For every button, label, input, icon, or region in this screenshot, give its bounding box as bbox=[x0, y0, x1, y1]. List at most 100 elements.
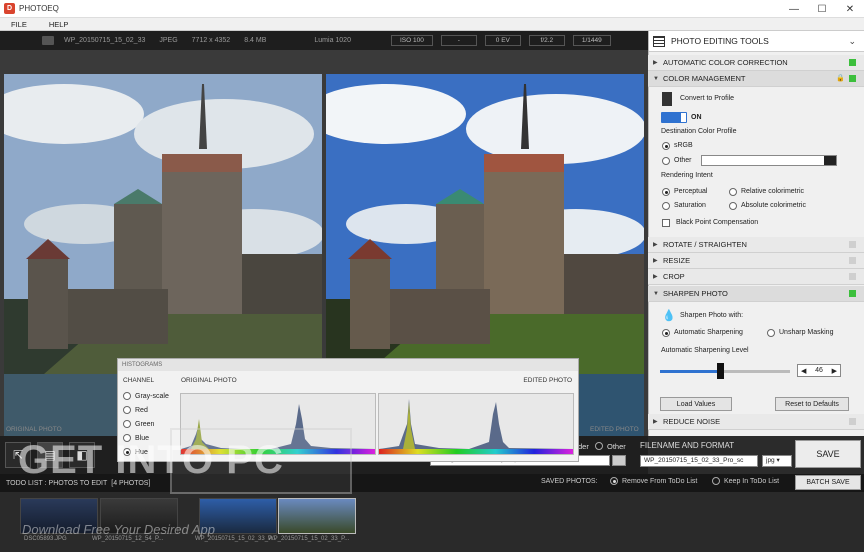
channel-label: CHANNEL bbox=[123, 377, 155, 384]
collapse-arrow-icon: ▼ bbox=[653, 290, 659, 297]
info-aperture: f/2.2 bbox=[528, 35, 565, 46]
hist-original-label: ORIGINAL PHOTO bbox=[181, 377, 237, 384]
expand-arrow-icon: ▶ bbox=[653, 419, 658, 425]
sharpening-level-label: Automatic Sharpening Level bbox=[661, 347, 749, 354]
expand-arrow-icon: ▶ bbox=[653, 274, 658, 280]
chevron-down-icon[interactable]: ⌄ bbox=[848, 36, 856, 47]
remove-from-todo-option[interactable]: Remove From ToDo List bbox=[610, 477, 697, 485]
section-disabled-indicator[interactable] bbox=[849, 257, 856, 264]
histograms-title: HISTOGRAMS bbox=[118, 359, 578, 371]
minimize-icon[interactable]: — bbox=[780, 0, 808, 18]
convert-profile-toggle[interactable] bbox=[661, 112, 687, 123]
decrement-icon[interactable]: ◀ bbox=[801, 367, 806, 375]
panel-header: PHOTO EDITING TOOLS ⌄ bbox=[649, 31, 864, 52]
edited-photo-label: EDITED PHOTO bbox=[590, 426, 639, 433]
convert-profile-icon bbox=[662, 92, 672, 106]
channel-green[interactable]: Green bbox=[123, 420, 154, 428]
channel-red-radio[interactable] bbox=[123, 406, 131, 414]
srgb-label: sRGB bbox=[674, 142, 693, 149]
channel-gray[interactable]: Gray-scale bbox=[123, 392, 169, 400]
perceptual-radio[interactable] bbox=[662, 188, 670, 196]
section-disabled-indicator[interactable] bbox=[849, 241, 856, 248]
save-button[interactable]: SAVE bbox=[795, 440, 861, 468]
title-bar: D PHOTOEQ — ☐ ✕ bbox=[0, 0, 864, 18]
expand-arrow-icon: ▶ bbox=[653, 60, 658, 66]
auto-sharpening-radio[interactable] bbox=[662, 329, 670, 337]
panel-header-title: PHOTO EDITING TOOLS bbox=[671, 36, 769, 46]
section-sharpen[interactable]: ▼ SHARPEN PHOTO bbox=[648, 286, 864, 302]
section-enabled-indicator[interactable] bbox=[849, 290, 856, 297]
section-auto-color[interactable]: ▶ AUTOMATIC COLOR CORRECTION bbox=[648, 55, 864, 71]
channel-green-radio[interactable] bbox=[123, 420, 131, 428]
info-dash: - bbox=[440, 35, 477, 46]
section-enabled-indicator[interactable] bbox=[849, 75, 856, 82]
absolute-radio[interactable] bbox=[729, 202, 737, 210]
toggle-knob bbox=[681, 113, 686, 122]
edited-histogram bbox=[378, 393, 574, 455]
keep-radio[interactable] bbox=[712, 477, 720, 485]
watermark-subtitle: Download Free Your Desired App bbox=[22, 522, 215, 537]
info-format: JPEG bbox=[159, 37, 178, 44]
section-disabled-indicator[interactable] bbox=[849, 418, 856, 425]
section-resize-title: RESIZE bbox=[663, 256, 691, 265]
collapse-arrow-icon: ▼ bbox=[653, 75, 659, 82]
batch-save-button[interactable]: BATCH SAVE bbox=[795, 475, 861, 490]
section-color-management[interactable]: ▼ COLOR MANAGEMENT 🔒 bbox=[648, 71, 864, 87]
close-icon[interactable]: ✕ bbox=[836, 0, 864, 18]
remove-label: Remove From ToDo List bbox=[622, 477, 698, 485]
expand-arrow-icon: ▶ bbox=[653, 242, 658, 248]
srgb-radio[interactable] bbox=[662, 142, 670, 150]
format-value: jpg bbox=[766, 457, 775, 464]
drop-icon: 💧 bbox=[662, 310, 676, 322]
output-folder-label: der bbox=[578, 442, 589, 451]
info-camera: Lumia 1020 bbox=[314, 37, 351, 44]
remove-radio[interactable] bbox=[610, 477, 618, 485]
section-enabled-indicator[interactable] bbox=[849, 59, 856, 66]
thumbnail-4-selected[interactable] bbox=[278, 498, 356, 534]
folder-icon[interactable] bbox=[824, 156, 836, 165]
section-resize[interactable]: ▶ RESIZE bbox=[648, 253, 864, 269]
load-values-button[interactable]: Load Values bbox=[660, 397, 732, 411]
channel-red[interactable]: Red bbox=[123, 406, 148, 414]
sharpening-level-stepper[interactable]: ◀ 46 ▶ bbox=[797, 364, 841, 377]
section-rotate[interactable]: ▶ ROTATE / STRAIGHTEN bbox=[648, 237, 864, 253]
sharpen-with-label: Sharpen Photo with: bbox=[680, 312, 744, 319]
thumbnail-4-label: WP_20150715_15_02_33_P... bbox=[268, 536, 350, 542]
section-reduce-noise[interactable]: ▶ REDUCE NOISE bbox=[648, 414, 864, 430]
unsharp-masking-radio[interactable] bbox=[767, 329, 775, 337]
channel-gray-radio[interactable] bbox=[123, 392, 131, 400]
profile-path-field[interactable] bbox=[701, 155, 837, 166]
menu-help[interactable]: HELP bbox=[38, 20, 80, 29]
black-point-checkbox[interactable] bbox=[662, 219, 670, 227]
keep-in-todo-option[interactable]: Keep In ToDo List bbox=[712, 477, 779, 485]
relative-radio[interactable] bbox=[729, 188, 737, 196]
filename-field[interactable]: WP_20150715_15_02_33_Pro_sc bbox=[640, 455, 758, 467]
app-icon: D bbox=[4, 3, 15, 14]
expand-arrow-icon: ▶ bbox=[653, 258, 658, 264]
convert-profile-label: Convert to Profile bbox=[680, 95, 735, 102]
other-profile-label: Other bbox=[674, 157, 692, 164]
level-value: 46 bbox=[815, 367, 823, 374]
format-select[interactable]: jpg ▾ bbox=[762, 455, 792, 467]
section-disabled-indicator[interactable] bbox=[849, 273, 856, 280]
reset-defaults-button[interactable]: Reset to Defaults bbox=[775, 397, 849, 411]
menu-bar: FILE HELP bbox=[0, 18, 864, 31]
browse-folder-icon[interactable] bbox=[612, 455, 626, 466]
other-profile-radio[interactable] bbox=[662, 157, 670, 165]
maximize-icon[interactable]: ☐ bbox=[808, 0, 836, 18]
menu-file[interactable]: FILE bbox=[0, 20, 38, 29]
saturation-radio[interactable] bbox=[662, 202, 670, 210]
output-other-radio[interactable] bbox=[595, 442, 603, 450]
info-iso: ISO 100 bbox=[390, 35, 433, 46]
absolute-label: Absolute colorimetric bbox=[741, 202, 806, 209]
channel-red-label: Red bbox=[135, 406, 148, 414]
slider-handle[interactable] bbox=[716, 363, 724, 379]
photo-info-bar: WP_20150715_15_02_33 JPEG 7712 x 4352 8.… bbox=[0, 31, 648, 50]
sharpening-slider[interactable] bbox=[660, 370, 790, 373]
section-crop-title: CROP bbox=[663, 272, 685, 281]
channel-gray-label: Gray-scale bbox=[135, 392, 169, 400]
increment-icon[interactable]: ▶ bbox=[832, 367, 837, 375]
section-crop[interactable]: ▶ CROP bbox=[648, 269, 864, 285]
section-color-management-title: COLOR MANAGEMENT bbox=[663, 74, 746, 83]
unsharp-masking-label: Unsharp Masking bbox=[779, 329, 834, 336]
